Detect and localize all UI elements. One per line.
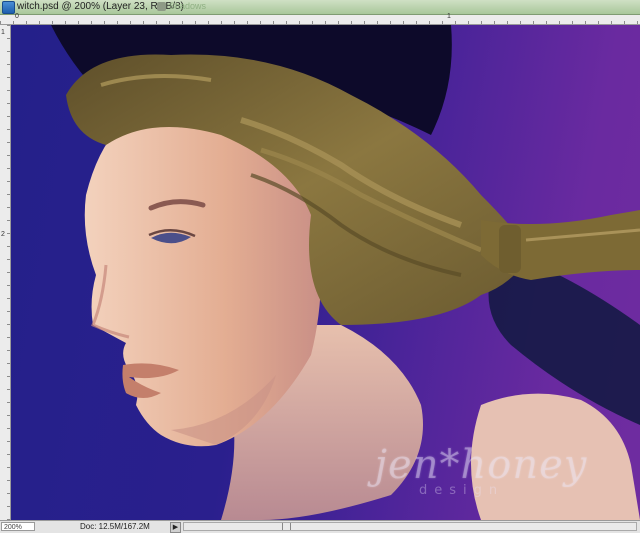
scrollbar-thumb-grip[interactable]: [282, 523, 291, 530]
ruler-number: 2: [1, 231, 5, 238]
zoom-level-field[interactable]: 200%: [1, 522, 35, 531]
horizontal-ruler[interactable]: 0 1: [0, 15, 640, 25]
document-canvas[interactable]: jen*honey design: [11, 25, 640, 520]
document-size-info: Doc: 12.5M/167.2M: [80, 521, 150, 532]
photoshop-document-icon: [2, 1, 15, 14]
status-menu-arrow-icon[interactable]: ▶: [170, 522, 181, 533]
ruler-number: 1: [1, 29, 5, 36]
document-title-bar[interactable]: witch.psd @ 200% (Layer 23, RGB/8) Shado…: [0, 0, 640, 15]
horizontal-scrollbar[interactable]: [183, 522, 637, 531]
watermark-title: jen*honey: [341, 443, 621, 487]
background-window-title[interactable]: Shadows: [169, 0, 206, 13]
watermark: jen*honey design: [341, 443, 621, 498]
vertical-ruler[interactable]: 1 2: [0, 25, 11, 520]
background-window-icon: [157, 2, 166, 11]
hair-tie: [499, 225, 521, 273]
ruler-number: 0: [15, 13, 19, 20]
ruler-number: 1: [447, 13, 451, 20]
status-bar: 200% Doc: 12.5M/167.2M ▶: [0, 520, 640, 533]
